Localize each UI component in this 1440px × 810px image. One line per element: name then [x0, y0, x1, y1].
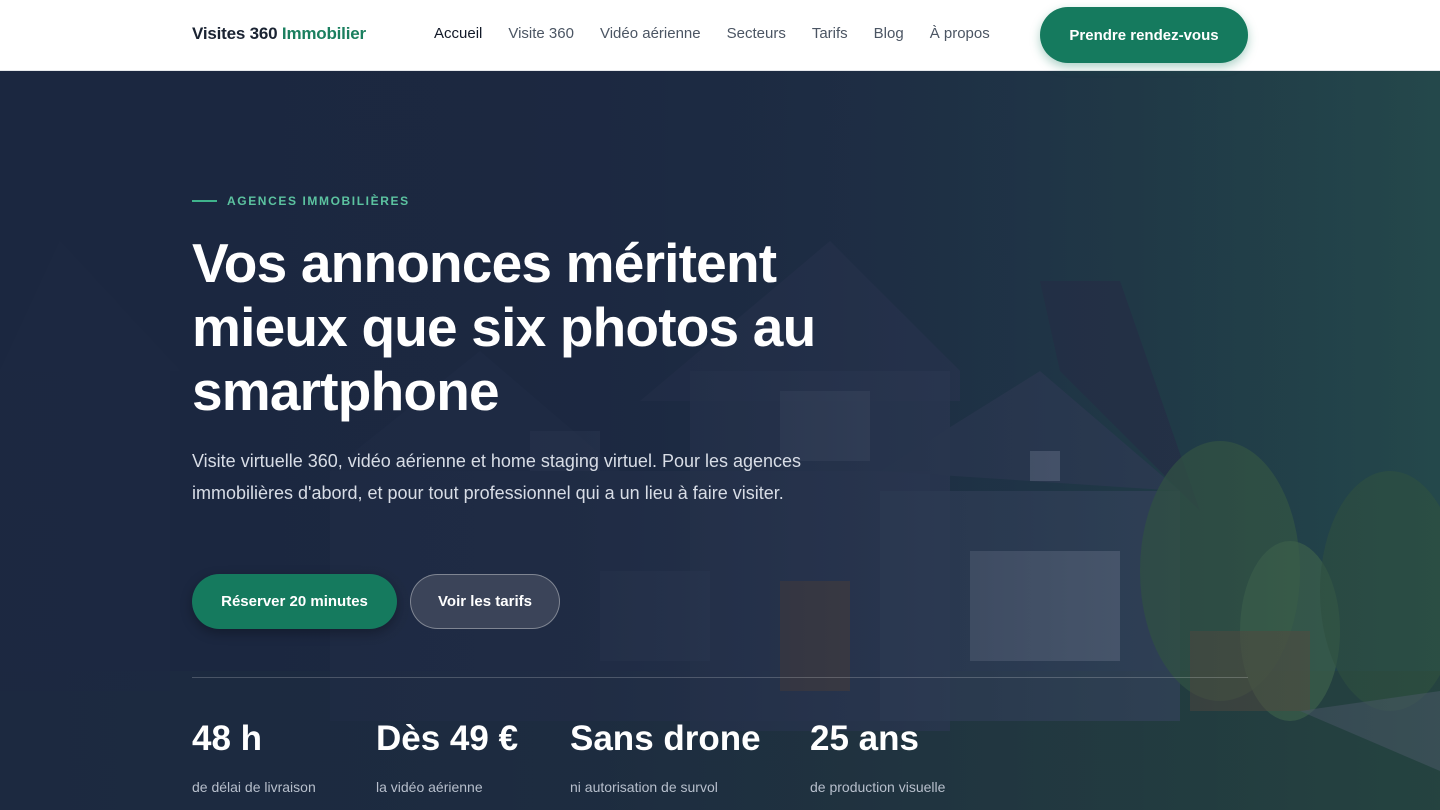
- nav-item-tarifs[interactable]: Tarifs: [812, 24, 848, 44]
- hero-subtitle: Visite virtuelle 360, vidéo aérienne et …: [192, 451, 802, 503]
- hero-overlay: [0, 71, 1440, 810]
- stat-no-drone: Sans drone ni autorisation de survol: [570, 719, 761, 795]
- site-logo[interactable]: Visites 360 Immobilier: [192, 24, 366, 44]
- stat-label: la vidéo aérienne: [376, 779, 483, 795]
- stat-value: 25 ans: [810, 719, 919, 758]
- nav-item-a-propos[interactable]: À propos: [930, 24, 990, 44]
- stat-value: Sans drone: [570, 719, 761, 758]
- hero-eyebrow: AGENCES IMMOBILIÈRES: [192, 194, 410, 208]
- stat-label: ni autorisation de survol: [570, 779, 718, 795]
- nav-item-accueil[interactable]: Accueil: [434, 24, 482, 44]
- hero-section: AGENCES IMMOBILIÈRES Vos annonces mérite…: [0, 71, 1440, 810]
- stat-value: Dès 49 €: [376, 719, 519, 758]
- stat-experience: 25 ans de production visuelle: [810, 719, 945, 795]
- nav-item-blog[interactable]: Blog: [874, 24, 904, 44]
- nav-item-visite-360[interactable]: Visite 360: [508, 24, 574, 44]
- stat-delivery: 48 h de délai de livraison: [192, 719, 316, 795]
- logo-text: Visites 360: [192, 24, 278, 43]
- eyebrow-line: [192, 200, 217, 202]
- stat-label: de délai de livraison: [192, 779, 316, 795]
- stats-divider: [192, 677, 1248, 678]
- logo-accent: Immobilier: [281, 24, 366, 43]
- stat-aerial-price: Dès 49 € la vidéo aérienne: [376, 719, 518, 795]
- nav-item-video-aerienne[interactable]: Vidéo aérienne: [600, 24, 701, 44]
- stat-value: 48 h: [192, 719, 263, 758]
- eyebrow-text: AGENCES IMMOBILIÈRES: [227, 194, 410, 208]
- main-nav: Accueil Visite 360 Vidéo aérienne Secteu…: [434, 24, 1016, 44]
- see-pricing-button[interactable]: Voir les tarifs: [410, 574, 560, 629]
- book-20-minutes-button[interactable]: Réserver 20 minutes: [192, 574, 397, 629]
- stat-label: de production visuelle: [810, 779, 946, 795]
- hero-title: Vos annonces méritent mieux que six phot…: [192, 232, 816, 422]
- book-appointment-button[interactable]: Prendre rendez-vous: [1040, 7, 1248, 63]
- nav-item-secteurs[interactable]: Secteurs: [727, 24, 786, 44]
- site-header: Visites 360 Immobilier Accueil Visite 36…: [0, 0, 1440, 71]
